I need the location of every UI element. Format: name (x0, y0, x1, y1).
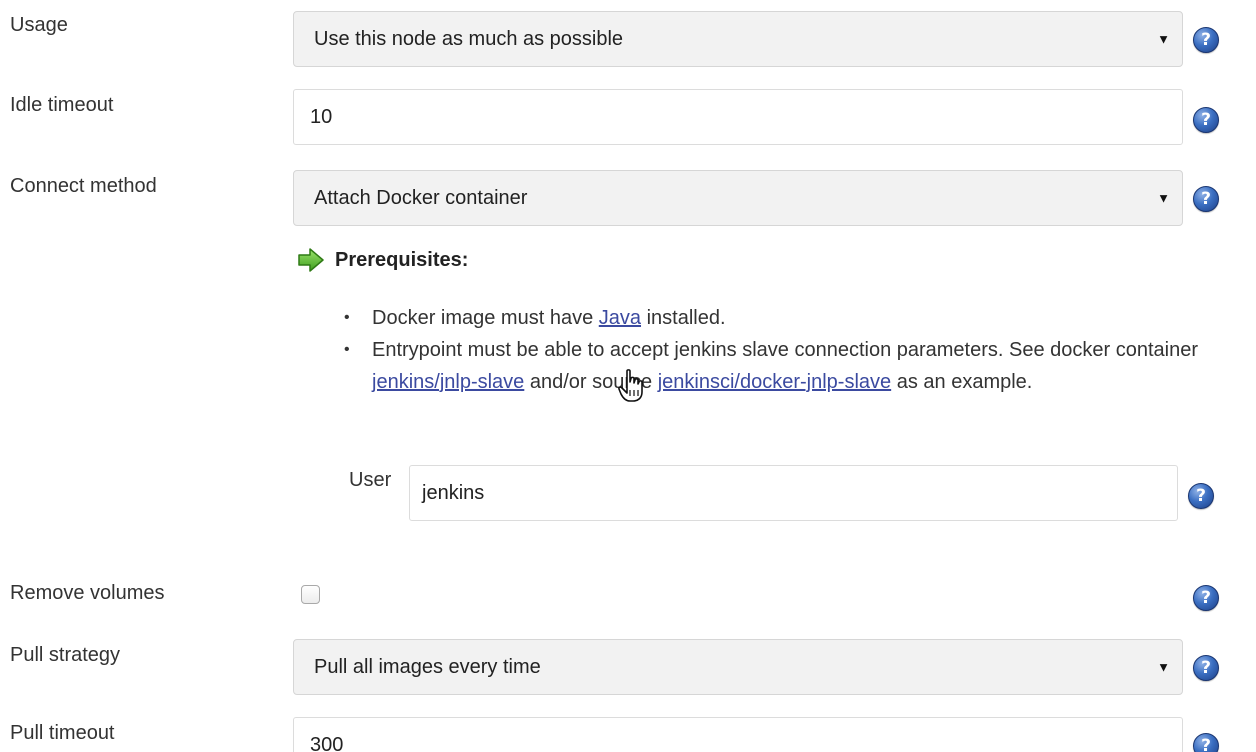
bullet-text: as an example. (891, 371, 1033, 393)
chevron-down-icon: ▼ (1157, 31, 1170, 47)
user-label: User (349, 469, 392, 491)
hand-pointer-cursor-icon (618, 369, 643, 402)
user-input[interactable]: jenkins (409, 465, 1178, 521)
chevron-down-icon: ▼ (1157, 659, 1170, 675)
prerequisites-heading: Prerequisites: (297, 247, 468, 273)
prerequisites-title: Prerequisites: (335, 248, 469, 271)
pull-timeout-label: Pull timeout (10, 722, 115, 744)
help-icon[interactable]: ? (1193, 733, 1219, 752)
remove-volumes-label: Remove volumes (10, 582, 165, 604)
arrow-right-icon (298, 248, 324, 272)
help-icon[interactable]: ? (1193, 27, 1219, 53)
pull-strategy-select[interactable]: Pull all images every time ▼ (293, 639, 1183, 695)
help-icon[interactable]: ? (1193, 655, 1219, 681)
idle-timeout-value: 10 (310, 105, 333, 128)
user-value: jenkins (422, 481, 485, 504)
bullet-text: installed. (641, 307, 726, 329)
remove-volumes-checkbox[interactable] (301, 585, 320, 604)
prerequisites-list: Docker image must have Java installed. E… (340, 302, 1220, 398)
pull-strategy-label: Pull strategy (10, 644, 121, 666)
chevron-down-icon: ▼ (1157, 190, 1170, 206)
help-icon[interactable]: ? (1188, 483, 1214, 509)
usage-select-value: Use this node as much as possible (314, 27, 624, 50)
connect-method-select[interactable]: Attach Docker container ▼ (293, 170, 1183, 226)
list-item: Docker image must have Java installed. (340, 302, 1220, 334)
help-icon[interactable]: ? (1193, 585, 1219, 611)
pull-timeout-input[interactable]: 300 (293, 717, 1183, 752)
idle-timeout-label: Idle timeout (10, 94, 114, 116)
bullet-text: Docker image must have (372, 307, 599, 329)
jnlp-slave-link[interactable]: jenkins/jnlp-slave (372, 371, 524, 393)
pull-timeout-value: 300 (310, 734, 344, 752)
usage-label: Usage (10, 14, 68, 36)
help-icon[interactable]: ? (1193, 107, 1219, 133)
list-item: Entrypoint must be able to accept jenkin… (340, 334, 1220, 398)
docker-jnlp-slave-source-link[interactable]: jenkinsci/docker-jnlp-slave (658, 371, 891, 393)
bullet-text: Entrypoint must be able to accept jenkin… (372, 339, 1199, 361)
help-icon[interactable]: ? (1193, 186, 1219, 212)
connect-method-select-value: Attach Docker container (314, 186, 528, 209)
usage-select[interactable]: Use this node as much as possible ▼ (293, 11, 1183, 67)
pull-strategy-select-value: Pull all images every time (314, 655, 541, 678)
docker-agent-config-form: Usage Use this node as much as possible … (0, 0, 1256, 752)
java-link[interactable]: Java (599, 307, 641, 329)
connect-method-label: Connect method (10, 175, 157, 197)
idle-timeout-input[interactable]: 10 (293, 89, 1183, 145)
